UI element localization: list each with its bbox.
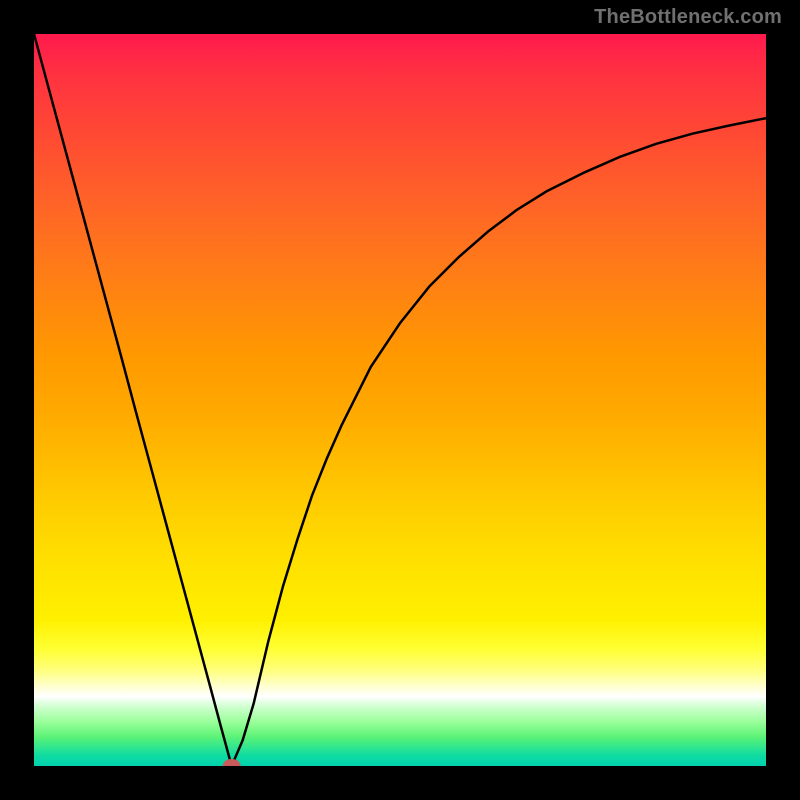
curve-layer [34,34,766,766]
curve-minimum-marker [223,759,241,766]
plot-area [34,34,766,766]
bottleneck-curve [34,34,766,766]
chart-frame: TheBottleneck.com [0,0,800,800]
watermark-text: TheBottleneck.com [594,6,782,29]
